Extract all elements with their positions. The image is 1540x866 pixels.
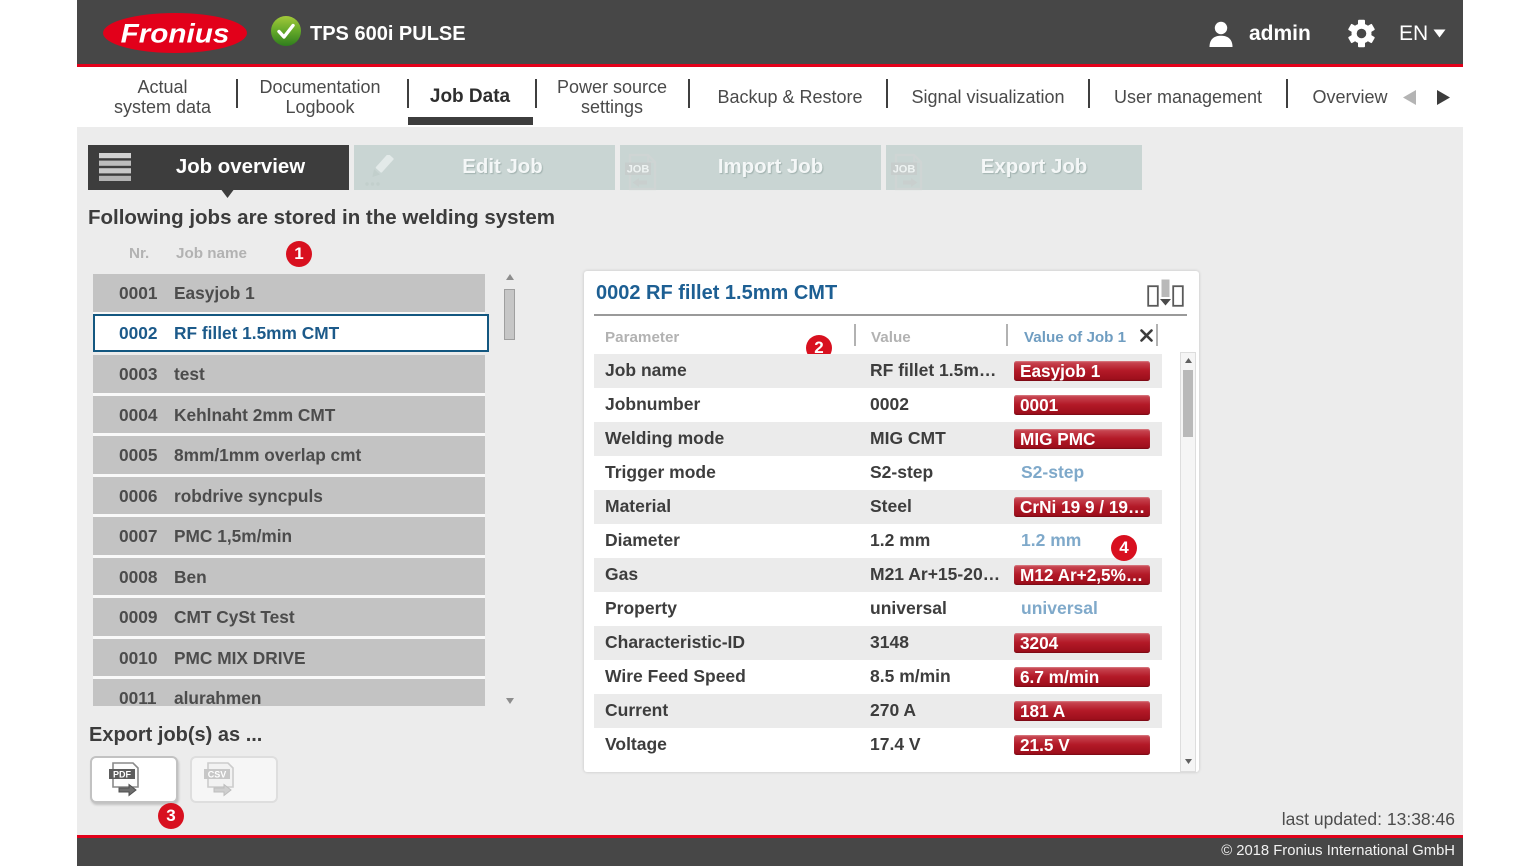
svg-text:Fronius: Fronius xyxy=(121,19,230,48)
svg-text:JOB: JOB xyxy=(893,164,916,176)
svg-text:CSV: CSV xyxy=(208,770,227,780)
svg-text:JOB: JOB xyxy=(627,164,650,176)
svg-text:PDF: PDF xyxy=(113,770,132,780)
